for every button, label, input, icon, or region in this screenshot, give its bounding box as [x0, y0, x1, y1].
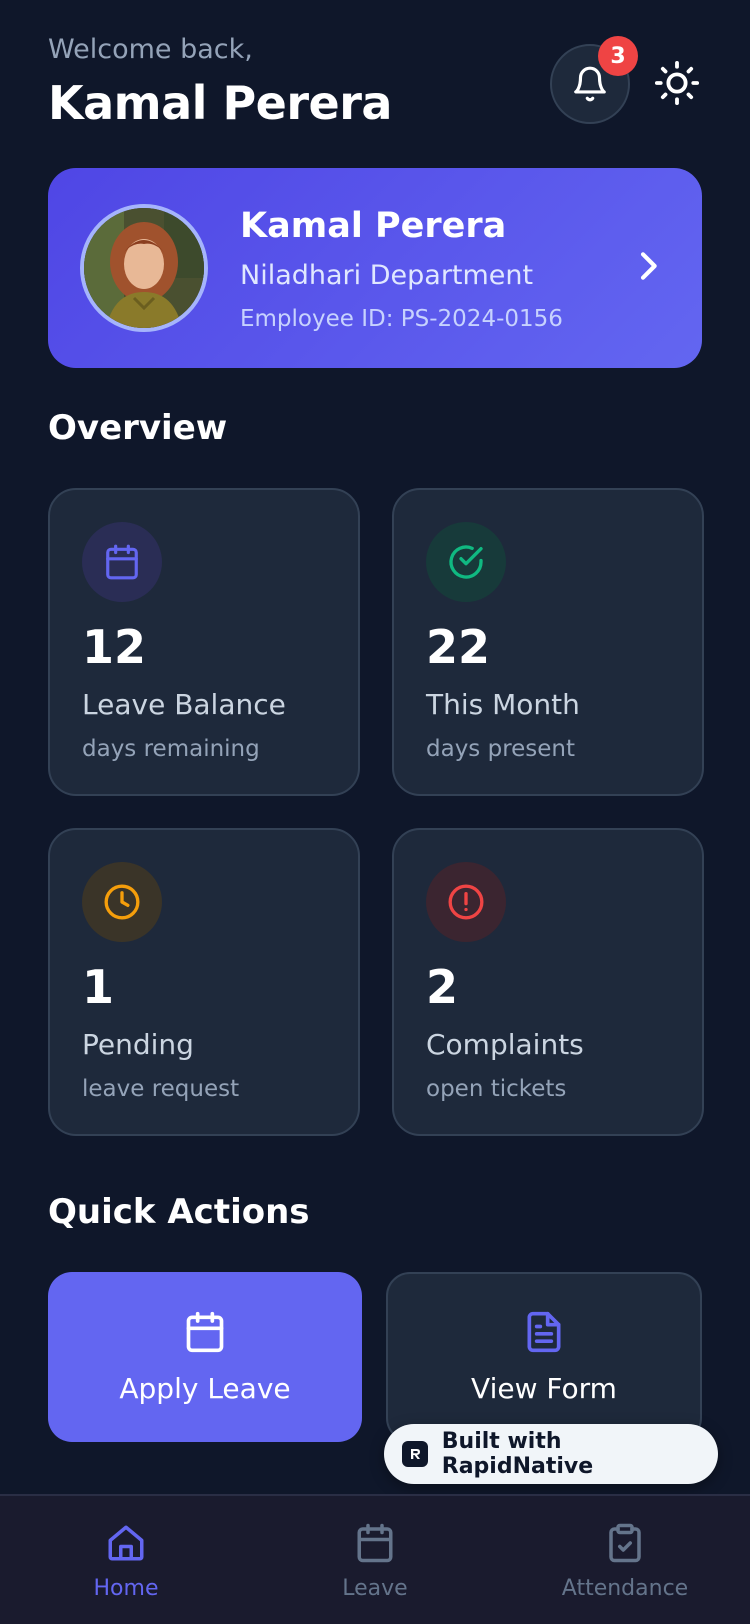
check-circle-icon: [449, 545, 483, 579]
stat-label: Leave Balance: [82, 688, 286, 721]
leave-balance-card[interactable]: 12 Leave Balance days remaining: [48, 488, 360, 796]
nav-label-leave: Leave: [342, 1576, 408, 1601]
quick-actions-title: Quick Actions: [48, 1192, 310, 1232]
nav-label-attendance: Attendance: [561, 1576, 689, 1601]
clock-icon: [104, 884, 140, 920]
sun-icon: [654, 60, 700, 106]
this-month-card[interactable]: 22 This Month days present: [392, 488, 704, 796]
stat-sublabel: open tickets: [426, 1076, 567, 1102]
document-icon: [527, 1311, 561, 1352]
bottom-navigation: Home Leave Attendance: [0, 1494, 750, 1624]
nav-label-home: Home: [93, 1576, 159, 1601]
rapidnative-logo-icon: [402, 1441, 428, 1467]
profile-department: Niladhari Department: [240, 260, 534, 291]
apply-leave-button[interactable]: Apply Leave: [48, 1272, 362, 1442]
theme-toggle-button[interactable]: [652, 58, 702, 108]
user-name-heading: Kamal Perera: [48, 76, 392, 130]
home-icon: [108, 1525, 144, 1561]
stat-sublabel: days present: [426, 736, 576, 762]
avatar: [80, 204, 208, 332]
calendar-icon: [357, 1523, 393, 1563]
clipboard-check-icon: [609, 1523, 641, 1563]
stat-value: 2: [426, 960, 459, 1014]
overview-title: Overview: [48, 408, 228, 448]
view-form-button[interactable]: View Form: [386, 1272, 702, 1442]
built-with-badge[interactable]: Built with RapidNative: [384, 1424, 718, 1484]
nav-item-leave[interactable]: Leave: [295, 1522, 455, 1624]
profile-name: Kamal Perera: [240, 206, 507, 246]
calendar-icon: [106, 544, 138, 580]
stat-label: Pending: [82, 1028, 194, 1061]
view-form-label: View Form: [471, 1371, 617, 1405]
dashboard-screen: Welcome back, Kamal Perera 3 Kamal Perer…: [0, 0, 750, 1624]
notification-badge: 3: [598, 36, 638, 76]
apply-leave-label: Apply Leave: [119, 1371, 291, 1405]
stat-sublabel: leave request: [82, 1076, 240, 1102]
pending-card[interactable]: 1 Pending leave request: [48, 828, 360, 1136]
stat-label: This Month: [426, 688, 580, 721]
calendar-icon: [186, 1311, 224, 1352]
stat-sublabel: days remaining: [82, 736, 260, 762]
stat-value: 1: [82, 960, 115, 1014]
bell-icon: [574, 66, 606, 102]
stat-icon-container: [82, 522, 162, 602]
built-with-label: Built with RapidNative: [441, 1429, 594, 1479]
stat-label: Complaints: [426, 1028, 584, 1061]
profile-card[interactable]: Kamal Perera Niladhari Department Employ…: [48, 168, 702, 368]
nav-item-home[interactable]: Home: [46, 1522, 206, 1624]
stat-icon-container: [82, 862, 162, 942]
stat-icon-container: [426, 522, 506, 602]
alert-circle-icon: [448, 884, 484, 920]
stat-value: 12: [82, 620, 147, 674]
stat-icon-container: [426, 862, 506, 942]
stat-value: 22: [426, 620, 491, 674]
complaints-card[interactable]: 2 Complaints open tickets: [392, 828, 704, 1136]
nav-item-attendance[interactable]: Attendance: [545, 1522, 705, 1624]
welcome-text: Welcome back,: [48, 34, 253, 65]
chevron-right-icon: [640, 252, 657, 280]
employee-id: Employee ID: PS-2024-0156: [240, 306, 563, 332]
